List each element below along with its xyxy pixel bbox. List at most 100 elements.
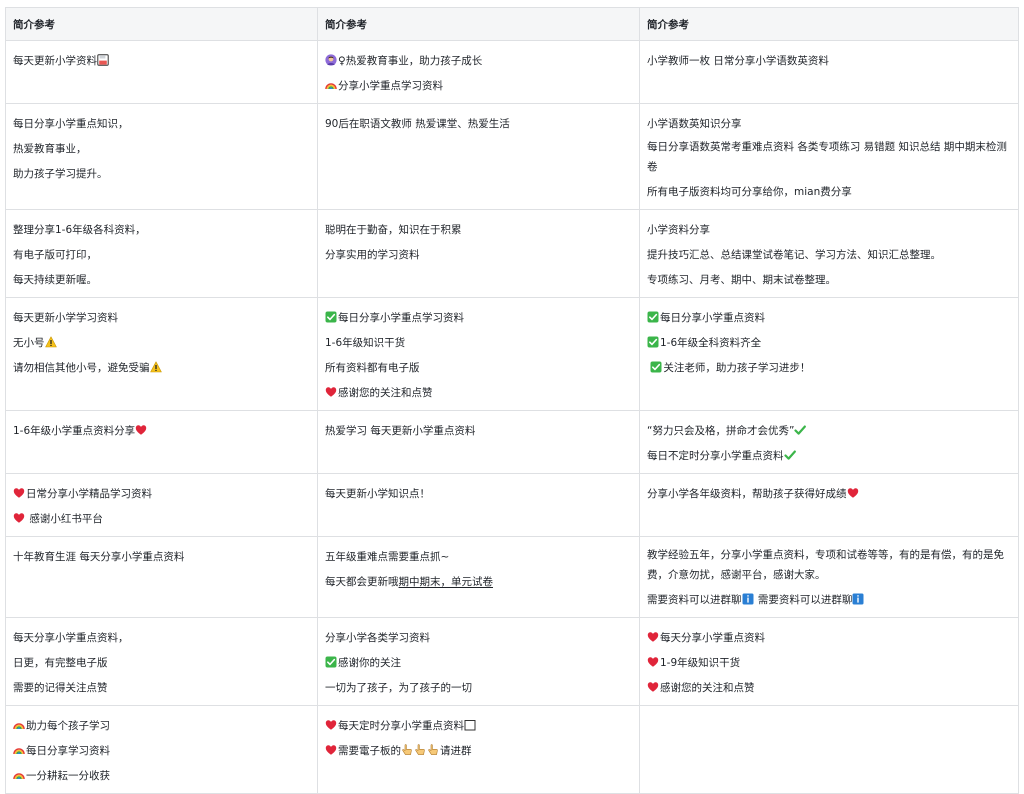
cell-line: 日常分享小学精品学习资料: [13, 482, 310, 507]
table-cell[interactable]: 每日分享小学重点资料 1-6年级全科资料齐全 关注老师，助力孩子学习进步！: [639, 297, 1019, 411]
cell-line: 需要资料可以进群聊 需要资料可以进群聊: [647, 588, 1011, 613]
table-cell[interactable]: 日常分享小学精品学习资料 感谢小红书平台: [5, 473, 318, 537]
table-cell[interactable]: ♀热爱教育事业，助力孩子成长 分享小学重点学习资料: [317, 40, 640, 104]
cell-line: 每天分享小学重点资料，: [13, 632, 129, 644]
check-mark-icon: [783, 449, 796, 461]
cell-line: 一分耕耘一分收获: [13, 764, 310, 789]
cell-line: 提升技巧汇总、总结课堂试卷笔记、学习方法、知识汇总整理。: [647, 249, 941, 261]
pointing-hand-icon: [414, 744, 426, 756]
cell-line: 每天更新小学学习资料: [13, 312, 118, 324]
check-box-icon: [325, 311, 337, 323]
info-icon: [852, 593, 864, 605]
cell-line: 感谢您的关注和点赞: [647, 676, 1011, 701]
heart-icon: [13, 487, 25, 499]
cell-line: 需要的记得关注点赞: [13, 682, 108, 694]
table-cell[interactable]: 助力每个孩子学习 每日分享学习资料 一分耕耘一分收获: [5, 705, 318, 794]
cell-line: 感谢你的关注: [325, 651, 632, 676]
table-cell[interactable]: 热爱学习 每天更新小学重点资料: [317, 410, 640, 474]
cell-line: 1-6年级知识干货: [325, 337, 406, 349]
table-cell[interactable]: 每天定时分享小学重点资料 需要電子板的 请进群: [317, 705, 640, 794]
heart-icon: [325, 719, 337, 731]
table-cell[interactable]: 每天更新小学资料: [5, 40, 318, 104]
check-mark-icon: [794, 424, 807, 436]
cell-line: 请勿相信其他小号，避免受骗: [13, 356, 310, 381]
table-cell[interactable]: 十年教育生涯 每天分享小学重点资料: [5, 536, 318, 618]
column-header-3[interactable]: 简介参考: [639, 7, 1019, 41]
floppy-disk-icon: [97, 54, 109, 66]
cell-line: 小学资料分享: [647, 224, 710, 236]
heart-icon: [647, 631, 659, 643]
heart-icon: [13, 512, 25, 524]
cell-line: 每日分享小学重点知识，: [13, 118, 129, 130]
table-row: 助力每个孩子学习 每日分享学习资料 一分耕耘一分收获 每天定时分享小学重点资料 …: [5, 705, 1019, 794]
cell-line: “努力只会及格，拼命才会优秀”: [647, 419, 1011, 444]
cell-line: 每天都会更新哦期中期末，单元试卷: [325, 576, 494, 588]
table-row: 每天更新小学学习资料 无小号 请勿相信其他小号，避免受骗 每日分享小学重点学习资…: [5, 297, 1019, 411]
heart-icon: [647, 656, 659, 668]
table-cell[interactable]: 1-6年级小学重点资料分享: [5, 410, 318, 474]
table-cell[interactable]: 每天分享小学重点资料， 日更，有完整电子版 需要的记得关注点赞: [5, 617, 318, 706]
table-row: 每天分享小学重点资料， 日更，有完整电子版 需要的记得关注点赞 分享小学各类学习…: [5, 617, 1019, 706]
cell-line: 1-9年级知识干货: [647, 651, 1011, 676]
table-header-row: 简介参考 简介参考 简介参考: [5, 7, 1019, 41]
table-cell[interactable]: “努力只会及格，拼命才会优秀” 每日不定时分享小学重点资料: [639, 410, 1019, 474]
table-cell[interactable]: 每天分享小学重点资料 1-9年级知识干货 感谢您的关注和点赞: [639, 617, 1019, 706]
cell-line: 每日分享小学重点资料: [647, 306, 1011, 331]
pointing-hand-icon: [427, 744, 439, 756]
table-row: 1-6年级小学重点资料分享 热爱学习 每天更新小学重点资料 “努力只会及格，拼命…: [5, 410, 1019, 474]
heart-icon: [847, 487, 859, 499]
cell-line: 十年教育生涯 每天分享小学重点资料: [13, 551, 185, 563]
table-cell[interactable]: 五年级重难点需要重点抓~ 每天都会更新哦期中期末，单元试卷: [317, 536, 640, 618]
cell-line: 热爱教育事业，: [13, 143, 87, 155]
check-box-icon: [647, 311, 659, 323]
cell-line: 有电子版可打印，: [13, 249, 97, 261]
cell-line: 一切为了孩子，为了孩子的一切: [325, 682, 472, 694]
cell-line: 每天更新小学知识点！: [325, 488, 430, 500]
column-header-2[interactable]: 简介参考: [317, 7, 640, 41]
teacher-icon: [325, 54, 337, 66]
cell-line: 关注老师，助力孩子学习进步！: [647, 356, 1011, 381]
table-cell-empty[interactable]: [639, 705, 1019, 794]
cell-line: 每日不定时分享小学重点资料: [647, 444, 1011, 469]
cell-line: 分享小学各年级资料，帮助孩子获得好成绩: [647, 482, 1011, 507]
cell-line: 教学经验五年，分享小学重点资料，专项和试卷等等，有的是有偿，有的是免费，介意勿扰…: [647, 549, 1004, 581]
cell-line: ♀热爱教育事业，助力孩子成长: [325, 49, 632, 74]
cell-line: 聪明在于勤奋，知识在于积累: [325, 224, 462, 236]
heart-icon: [325, 386, 337, 398]
cell-line: 分享实用的学习资料: [325, 249, 420, 261]
cell-line: 助力孩子学习提升。: [13, 168, 108, 180]
cell-line: 感谢您的关注和点赞: [325, 381, 632, 406]
profile-reference-table-container: 简介参考 简介参考 简介参考 每天更新小学资料 ♀热爱教育事业，助力孩子成长 分…: [5, 7, 1019, 794]
table-cell[interactable]: 小学语数英知识分享 每日分享语数英常考重难点资料 各类专项练习 易错题 知识总结…: [639, 103, 1019, 210]
cell-line: 热爱学习 每天更新小学重点资料: [325, 425, 476, 437]
table-row: 每日分享小学重点知识， 热爱教育事业， 助力孩子学习提升。 90后在职语文教师 …: [5, 103, 1019, 210]
table-cell[interactable]: 小学资料分享 提升技巧汇总、总结课堂试卷笔记、学习方法、知识汇总整理。 专项练习…: [639, 209, 1019, 298]
table-cell[interactable]: 教学经验五年，分享小学重点资料，专项和试卷等等，有的是有偿，有的是免费，介意勿扰…: [639, 536, 1019, 618]
table-cell[interactable]: 分享小学各年级资料，帮助孩子获得好成绩: [639, 473, 1019, 537]
rainbow-icon: [13, 769, 25, 781]
table-cell[interactable]: 90后在职语文教师 热爱课堂、热爱生活: [317, 103, 640, 210]
check-box-icon: [650, 361, 662, 373]
heart-icon: [135, 424, 147, 436]
table-cell[interactable]: 整理分享1-6年级各科资料， 有电子版可打印， 每天持续更新喔。: [5, 209, 318, 298]
cell-line: 无小号: [13, 331, 310, 356]
heart-icon: [325, 744, 337, 756]
cell-line: 日更，有完整电子版: [13, 657, 108, 669]
cell-line: 每天更新小学资料: [13, 49, 310, 74]
check-box-icon: [325, 656, 337, 668]
cell-line: 每天持续更新喔。: [13, 274, 97, 286]
table-cell[interactable]: 每日分享小学重点知识， 热爱教育事业， 助力孩子学习提升。: [5, 103, 318, 210]
cell-line: 五年级重难点需要重点抓~: [325, 551, 450, 563]
cell-line: 小学教师一枚 日常分享小学语数英资料: [647, 55, 829, 67]
underlined-text: 期中期末，单元试卷: [398, 576, 494, 588]
table-cell[interactable]: 分享小学各类学习资料 感谢你的关注 一切为了孩子，为了孩子的一切: [317, 617, 640, 706]
cell-line: 每天分享小学重点资料: [647, 626, 1011, 651]
table-cell[interactable]: 每天更新小学学习资料 无小号 请勿相信其他小号，避免受骗: [5, 297, 318, 411]
rainbow-icon: [13, 719, 25, 731]
column-header-1[interactable]: 简介参考: [5, 7, 318, 41]
table-cell[interactable]: 每天更新小学知识点！: [317, 473, 640, 537]
table-row: 整理分享1-6年级各科资料， 有电子版可打印， 每天持续更新喔。 聪明在于勤奋，…: [5, 209, 1019, 298]
table-cell[interactable]: 每日分享小学重点学习资料 1-6年级知识干货 所有资料都有电子版 感谢您的关注和…: [317, 297, 640, 411]
table-cell[interactable]: 小学教师一枚 日常分享小学语数英资料: [639, 40, 1019, 104]
table-cell[interactable]: 聪明在于勤奋，知识在于积累 分享实用的学习资料: [317, 209, 640, 298]
